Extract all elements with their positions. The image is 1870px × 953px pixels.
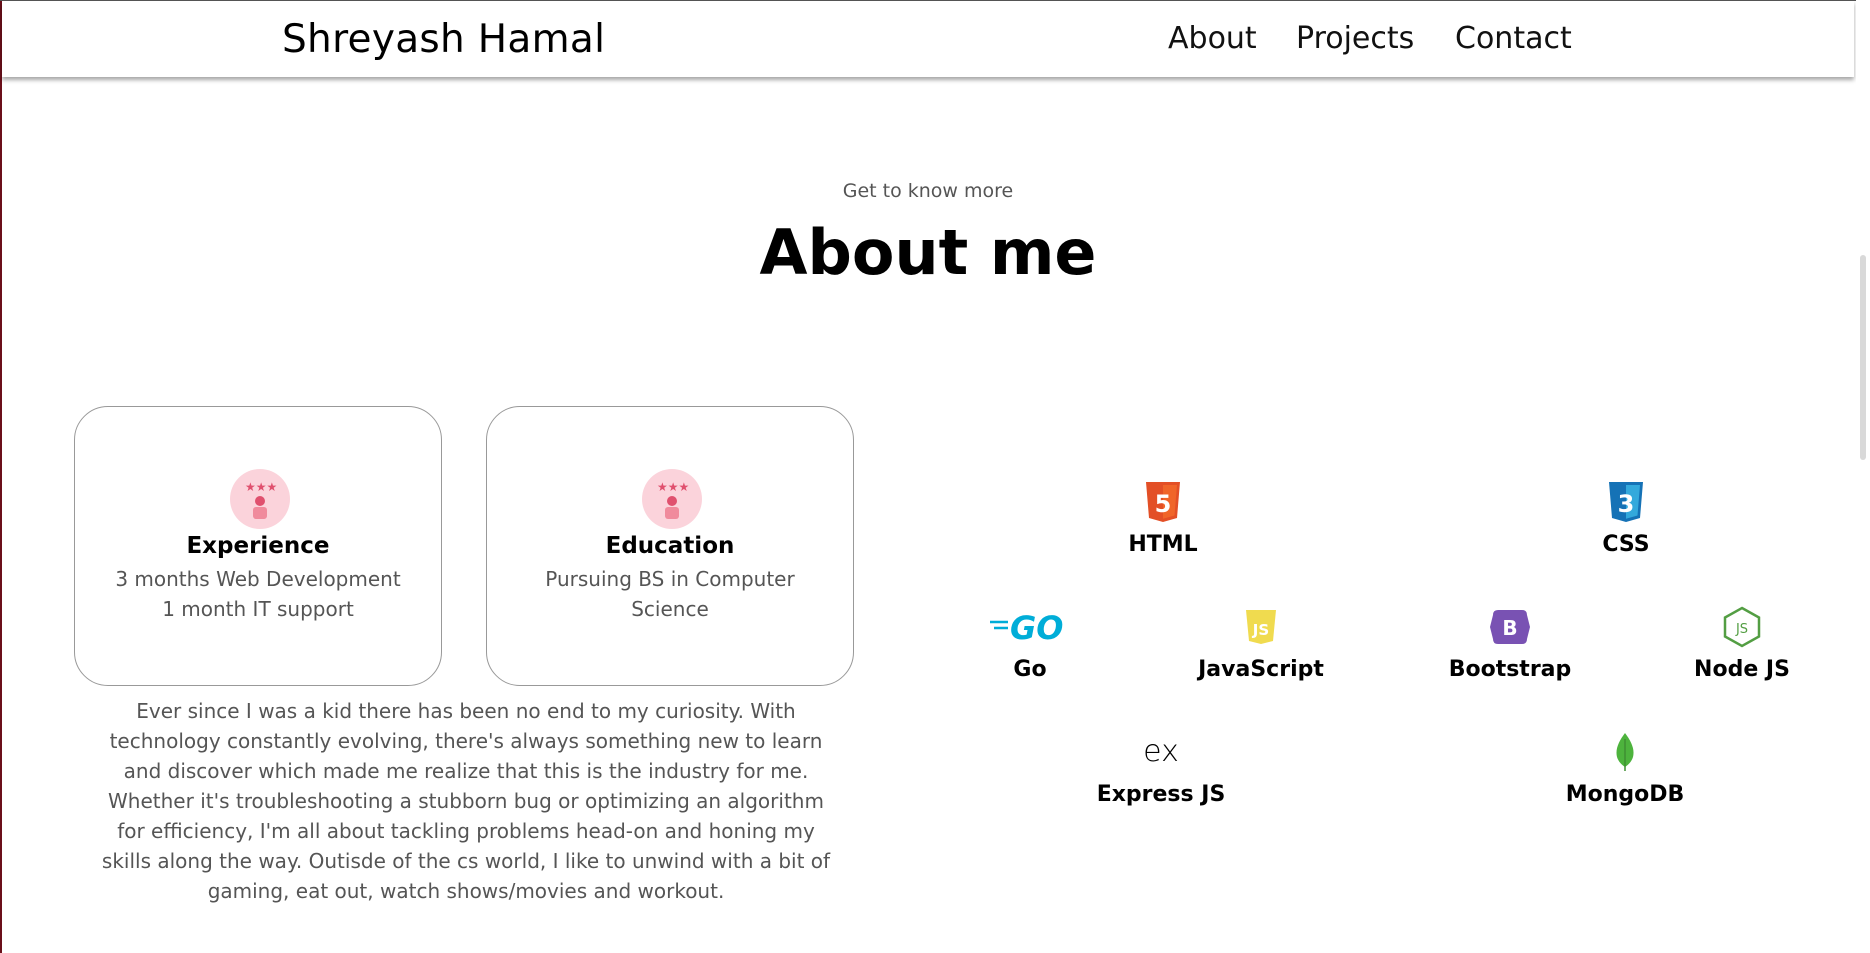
- skill-label: MongoDB: [1565, 782, 1685, 807]
- nodejs-icon: JS: [1632, 603, 1852, 651]
- javascript-icon: JS: [1151, 603, 1371, 651]
- card-detail: Science: [631, 597, 709, 621]
- experience-icon: ★★★: [230, 469, 290, 529]
- scrollbar[interactable]: [1856, 0, 1870, 953]
- window-edge: [0, 0, 2, 953]
- card-detail: Pursuing BS in Computer: [545, 567, 795, 591]
- about-paragraph: Ever since I was a kid there has been no…: [101, 699, 831, 903]
- education-icon: ★★★: [642, 469, 702, 529]
- navbar: Shreyash Hamal About Projects Contact: [2, 1, 1854, 77]
- skill-css: 3 CSS: [1516, 478, 1736, 557]
- skill-express: ex Express JS: [1051, 728, 1271, 807]
- bootstrap-icon: B: [1400, 603, 1620, 651]
- skill-label: Bootstrap: [1448, 657, 1572, 682]
- go-icon: GO: [920, 603, 1140, 651]
- svg-text:JS: JS: [1735, 622, 1748, 637]
- skill-label: JavaScript: [1198, 657, 1324, 682]
- skill-label: CSS: [1602, 532, 1650, 557]
- nav-link-contact[interactable]: Contact: [1455, 21, 1572, 56]
- card-title: Experience: [186, 533, 330, 559]
- css3-icon: 3: [1516, 478, 1736, 526]
- skill-label: Go: [1013, 657, 1047, 682]
- skill-go: GO Go: [920, 603, 1140, 682]
- express-icon: ex: [1051, 728, 1271, 776]
- scrollbar-thumb[interactable]: [1860, 255, 1866, 460]
- mongodb-icon: [1515, 728, 1735, 776]
- skill-html: 5 HTML: [1053, 478, 1273, 557]
- skill-label: HTML: [1128, 532, 1198, 557]
- skill-label: Node JS: [1694, 657, 1790, 682]
- nav-links: About Projects Contact: [2, 21, 1854, 61]
- svg-text:★★★: ★★★: [245, 480, 277, 494]
- skill-label: Express JS: [1096, 782, 1226, 807]
- skill-nodejs: JS Node JS: [1632, 603, 1852, 682]
- experience-card: ★★★ Experience 3 months Web Development …: [74, 406, 442, 686]
- skill-mongodb: MongoDB: [1515, 728, 1735, 807]
- section-subtitle: Get to know more: [842, 180, 1014, 202]
- svg-text:JS: JS: [1252, 621, 1269, 639]
- html5-icon: 5: [1053, 478, 1273, 526]
- section-title: About me: [759, 216, 1097, 289]
- svg-text:★★★: ★★★: [657, 480, 689, 494]
- card-detail: 1 month IT support: [162, 597, 354, 621]
- svg-text:3: 3: [1618, 490, 1635, 518]
- svg-text:5: 5: [1155, 490, 1172, 518]
- nav-link-about[interactable]: About: [1168, 21, 1257, 56]
- svg-text:B: B: [1502, 616, 1517, 640]
- card-title: Education: [605, 533, 735, 559]
- card-detail: 3 months Web Development: [115, 567, 401, 591]
- education-card: ★★★ Education Pursuing BS in Computer Sc…: [486, 406, 854, 686]
- skill-bootstrap: B Bootstrap: [1400, 603, 1620, 682]
- svg-text:GO: GO: [1010, 609, 1063, 645]
- svg-text:ex: ex: [1143, 737, 1179, 767]
- nav-link-projects[interactable]: Projects: [1296, 21, 1414, 56]
- skill-javascript: JS JavaScript: [1151, 603, 1371, 682]
